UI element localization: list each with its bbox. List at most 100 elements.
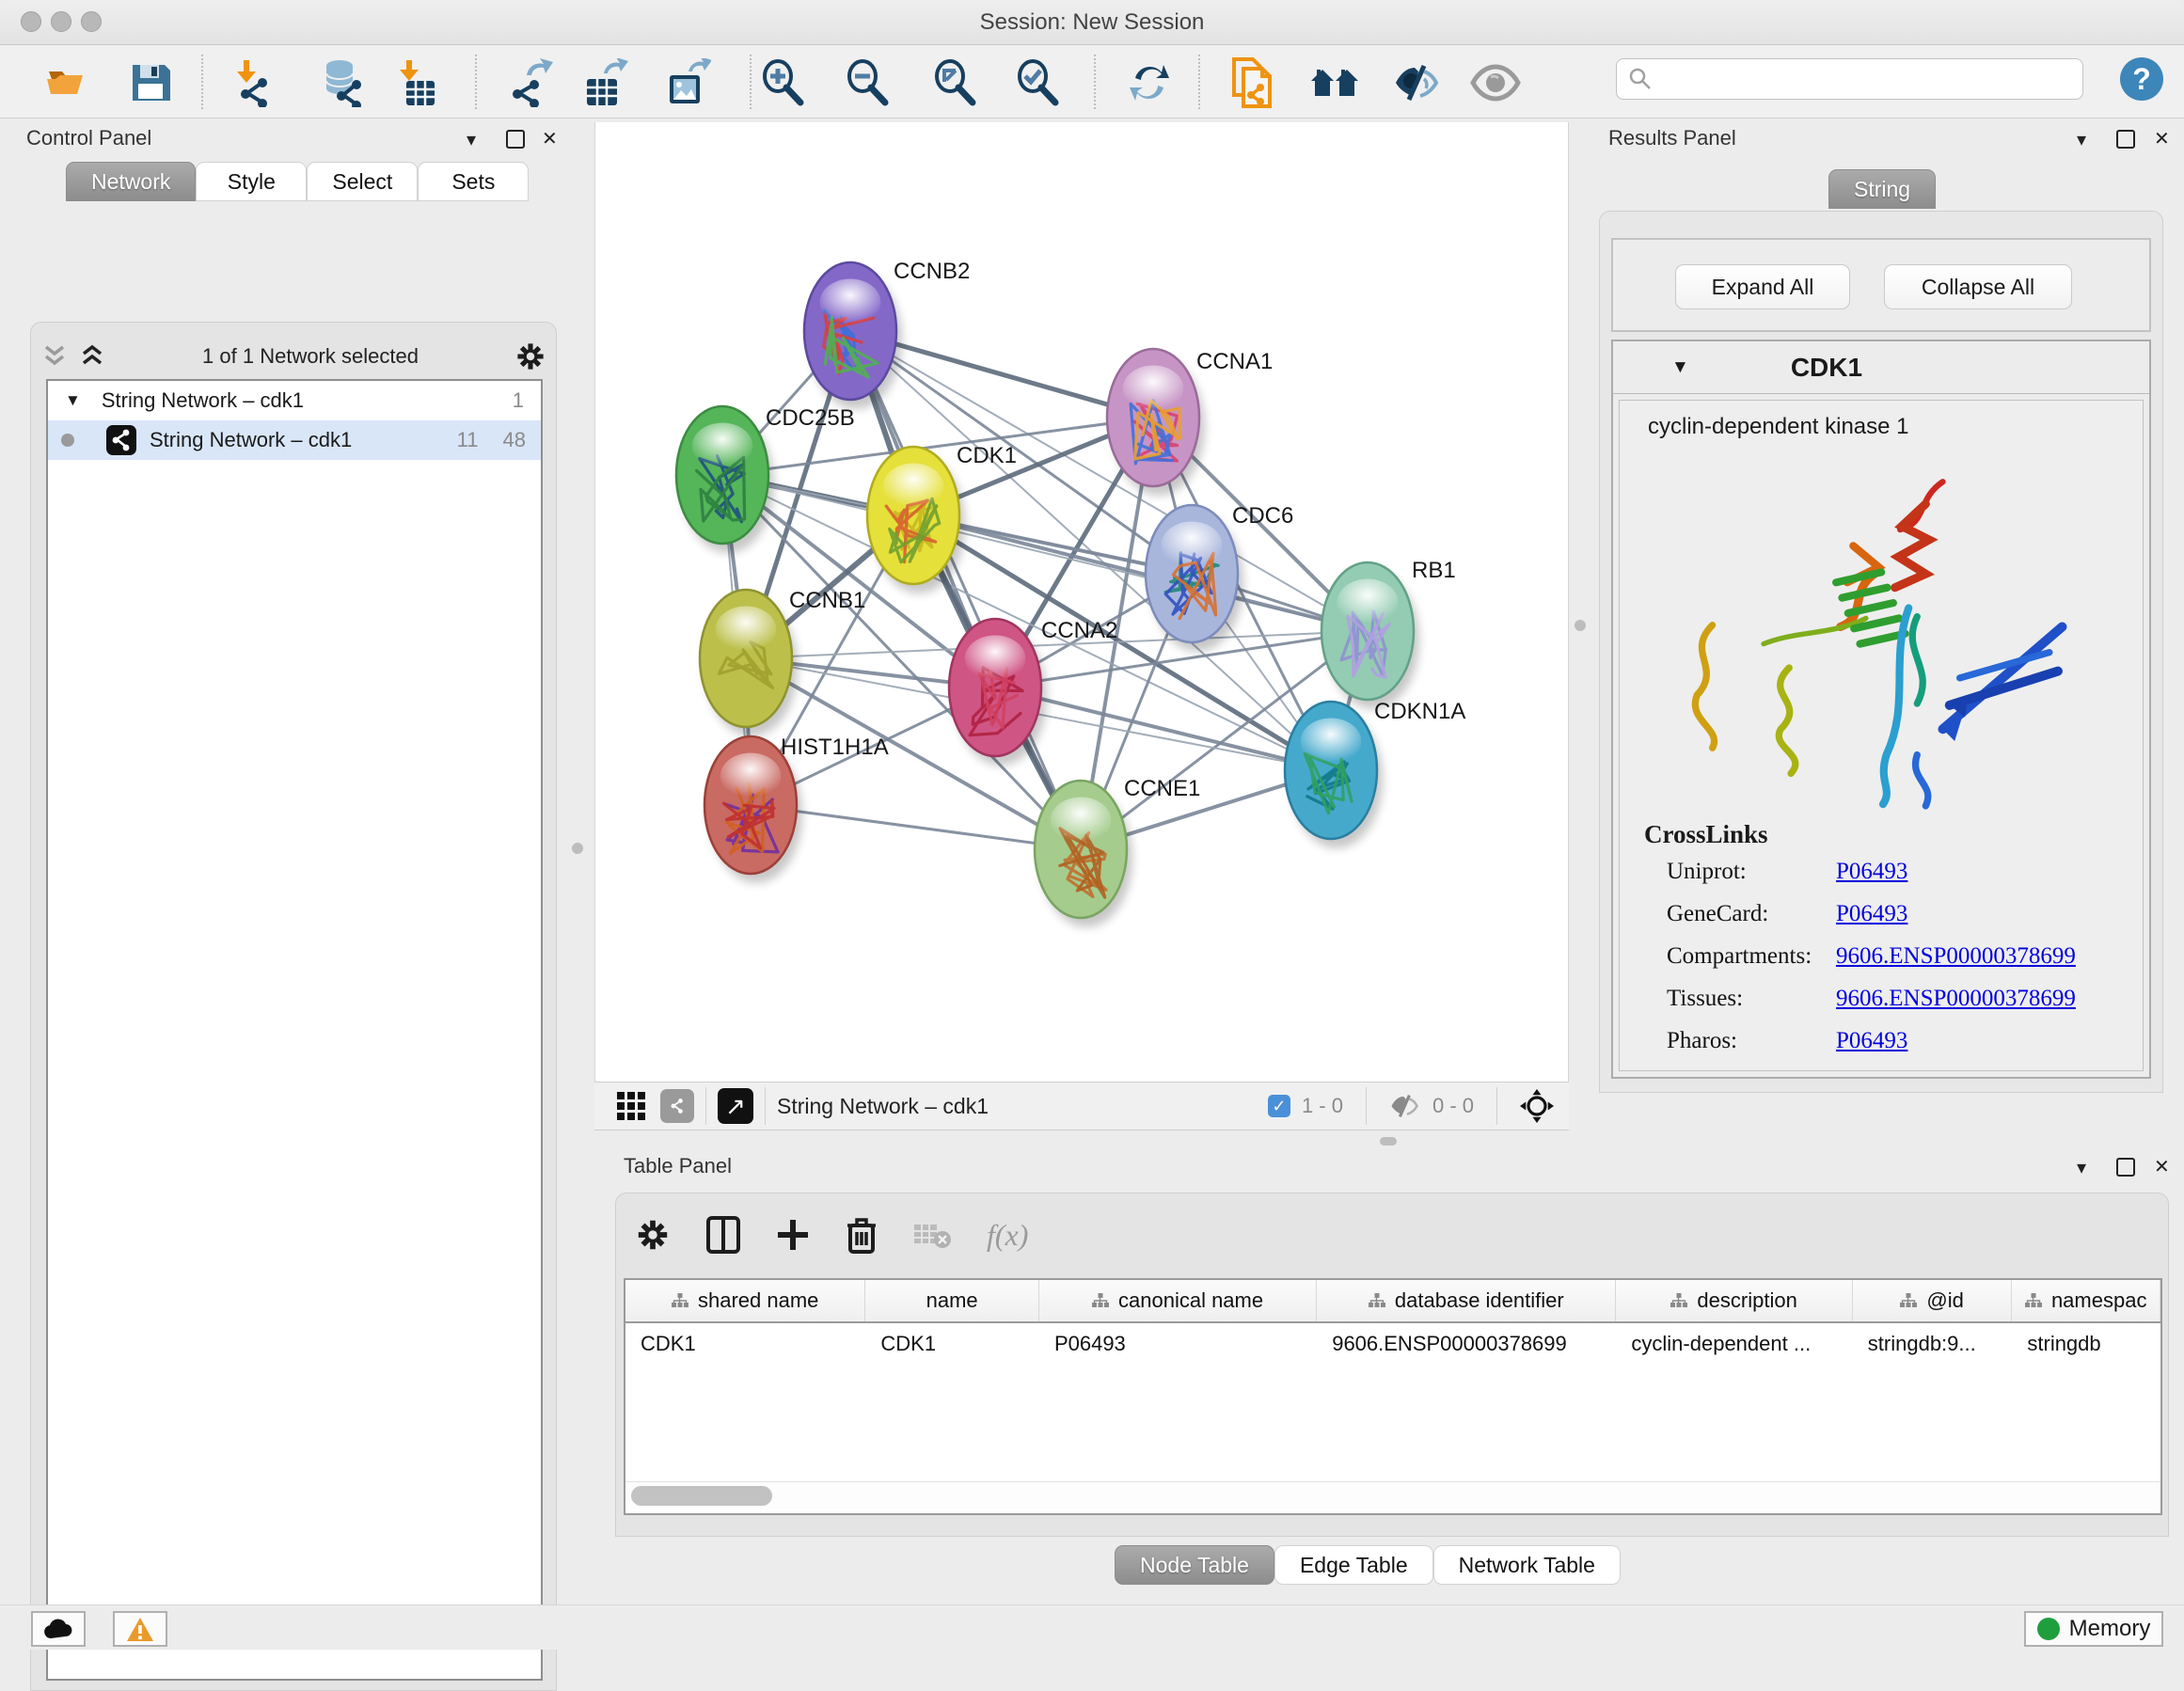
control-panel-menu-icon[interactable]: ▾ xyxy=(467,128,476,151)
tab-sets[interactable]: Sets xyxy=(418,162,529,201)
export-network-icon[interactable] xyxy=(504,56,557,109)
selected-checkbox-icon[interactable]: ✓ xyxy=(1268,1095,1290,1117)
collapse-all-button[interactable]: Collapse All xyxy=(1884,264,2072,309)
column-header-shared-name[interactable]: shared name xyxy=(625,1280,865,1321)
tab-network-table[interactable]: Network Table xyxy=(1433,1545,1621,1585)
network-node-ccne1[interactable]: CCNE1 xyxy=(1035,776,1200,927)
search-input[interactable] xyxy=(1616,58,2083,100)
scrollbar-thumb[interactable] xyxy=(631,1486,772,1506)
toolbar-separator xyxy=(705,1087,706,1125)
open-session-icon[interactable] xyxy=(40,56,92,109)
column-header-description[interactable]: description xyxy=(1616,1280,1852,1321)
network-selection-status: 1 of 1 Network selected xyxy=(106,344,514,369)
table-cell[interactable]: stringdb:9... xyxy=(1853,1323,2013,1365)
network-node-cdkn1a[interactable]: CDKN1A xyxy=(1285,699,1465,848)
results-panel-float-icon[interactable] xyxy=(2116,130,2135,149)
crosslink-value[interactable]: P06493 xyxy=(1836,859,1907,885)
table-gear-icon[interactable] xyxy=(635,1217,671,1253)
gear-icon[interactable] xyxy=(514,340,546,372)
grid-view-icon[interactable] xyxy=(617,1092,645,1120)
network-node-hist1h1a[interactable]: HIST1H1A xyxy=(704,735,889,883)
zoom-selected-icon[interactable] xyxy=(1011,56,1064,109)
crosshair-icon[interactable] xyxy=(1520,1089,1554,1123)
table-cell[interactable]: CDK1 xyxy=(865,1323,1039,1365)
network-share-icon[interactable] xyxy=(660,1089,694,1123)
column-header-canonical-name[interactable]: canonical name xyxy=(1039,1280,1317,1321)
save-session-icon[interactable] xyxy=(124,56,177,109)
show-columns-icon[interactable] xyxy=(706,1216,740,1254)
crosslink-value[interactable]: P06493 xyxy=(1836,1028,1907,1054)
control-panel-float-icon[interactable] xyxy=(506,130,525,149)
network-canvas[interactable]: CCNB2CCNA1CDC25BCDK1CDC6RB1CCNB1CCNA2CDK… xyxy=(594,122,1569,1082)
table-horizontal-scrollbar[interactable] xyxy=(625,1481,2160,1509)
string-import-icon[interactable] xyxy=(1226,56,1278,109)
control-panel-close-icon[interactable]: ✕ xyxy=(542,127,558,150)
table-cell[interactable]: stringdb xyxy=(2012,1323,2160,1365)
tab-network[interactable]: Network xyxy=(66,162,196,201)
delete-column-icon[interactable] xyxy=(846,1216,878,1254)
expand-all-button[interactable]: Expand All xyxy=(1675,264,1850,309)
hierarchy-icon xyxy=(1092,1293,1109,1308)
table-panel-close-icon[interactable]: ✕ xyxy=(2154,1155,2170,1178)
import-network-file-icon[interactable] xyxy=(227,56,279,109)
expand-all-icon[interactable] xyxy=(78,344,106,369)
table-cell[interactable]: CDK1 xyxy=(625,1323,865,1365)
column-header--id[interactable]: @id xyxy=(1853,1280,2013,1321)
tab-node-table[interactable]: Node Table xyxy=(1115,1545,1274,1585)
warning-button[interactable] xyxy=(113,1611,167,1647)
crosslink-label: GeneCard: xyxy=(1667,901,1836,927)
show-nodes-icon[interactable] xyxy=(1469,56,1522,109)
table-cell[interactable]: 9606.ENSP00000378699 xyxy=(1317,1323,1616,1365)
left-splitter-handle[interactable] xyxy=(572,843,583,854)
help-button[interactable]: ? xyxy=(2120,57,2163,101)
birds-eye-view-icon[interactable]: ↗ xyxy=(718,1088,753,1124)
table-panel-float-icon[interactable] xyxy=(2116,1158,2135,1177)
results-panel-menu-icon[interactable]: ▾ xyxy=(2077,128,2086,151)
import-table-file-icon[interactable] xyxy=(390,56,443,109)
bottom-splitter-handle[interactable] xyxy=(1380,1137,1397,1146)
column-header-name[interactable]: name xyxy=(865,1280,1039,1321)
results-panel-close-icon[interactable]: ✕ xyxy=(2154,127,2170,150)
crosslink-value[interactable]: P06493 xyxy=(1836,901,1907,927)
collapse-all-icon[interactable] xyxy=(40,344,69,369)
table-cell[interactable]: P06493 xyxy=(1039,1323,1317,1365)
table-cell[interactable]: cyclin-dependent ... xyxy=(1616,1323,1852,1365)
network-node-ccna2[interactable]: CCNA2 xyxy=(949,618,1117,766)
zoom-in-icon[interactable] xyxy=(756,56,809,109)
hide-nodes-icon[interactable] xyxy=(1391,56,1444,109)
refresh-icon[interactable] xyxy=(1123,56,1176,109)
network-node-cdc6[interactable]: CDC6 xyxy=(1146,503,1293,652)
table-row[interactable]: CDK1CDK1P064939606.ENSP00000378699cyclin… xyxy=(625,1323,2160,1365)
crosslink-value[interactable]: 9606.ENSP00000378699 xyxy=(1836,986,2076,1012)
network-collection-row[interactable]: ▼ String Network – cdk1 1 xyxy=(48,381,541,420)
network-row-selected[interactable]: String Network – cdk1 11 48 xyxy=(48,420,541,460)
tab-edge-table[interactable]: Edge Table xyxy=(1274,1545,1433,1585)
crosslink-value[interactable]: 9606.ENSP00000378699 xyxy=(1836,943,2076,970)
zoom-fit-icon[interactable] xyxy=(928,56,981,109)
tab-select[interactable]: Select xyxy=(307,162,418,201)
memory-button[interactable]: Memory xyxy=(2024,1611,2163,1647)
tab-string[interactable]: String xyxy=(1828,169,1936,209)
network-node-cdk1[interactable]: CDK1 xyxy=(867,443,1017,593)
add-column-icon[interactable] xyxy=(776,1218,810,1252)
export-image-icon[interactable] xyxy=(660,56,713,109)
right-splitter-handle[interactable] xyxy=(1575,620,1586,631)
cloud-button[interactable] xyxy=(31,1611,86,1647)
tree-expander-icon[interactable]: ▼ xyxy=(65,391,81,410)
tab-style[interactable]: Style xyxy=(196,162,307,201)
column-header-namespac[interactable]: namespac xyxy=(2012,1280,2160,1321)
homes-icon[interactable] xyxy=(1308,56,1361,109)
table-panel-menu-icon[interactable]: ▾ xyxy=(2077,1156,2086,1179)
network-node-cdc25b[interactable]: CDC25B xyxy=(676,405,855,553)
zoom-out-icon[interactable] xyxy=(841,56,894,109)
cdk1-section-header[interactable]: ▼ CDK1 xyxy=(1613,341,2149,394)
network-node-rb1[interactable]: RB1 xyxy=(1321,558,1456,709)
import-network-database-icon[interactable] xyxy=(317,56,370,109)
export-table-icon[interactable] xyxy=(578,56,630,109)
hidden-eye-icon[interactable] xyxy=(1389,1093,1421,1119)
network-edge[interactable] xyxy=(850,331,1081,849)
section-expander-icon[interactable]: ▼ xyxy=(1671,357,1689,378)
network-node-ccna1[interactable]: CCNA1 xyxy=(1107,349,1273,496)
network-edge[interactable] xyxy=(913,515,1368,631)
column-header-database-identifier[interactable]: database identifier xyxy=(1317,1280,1616,1321)
